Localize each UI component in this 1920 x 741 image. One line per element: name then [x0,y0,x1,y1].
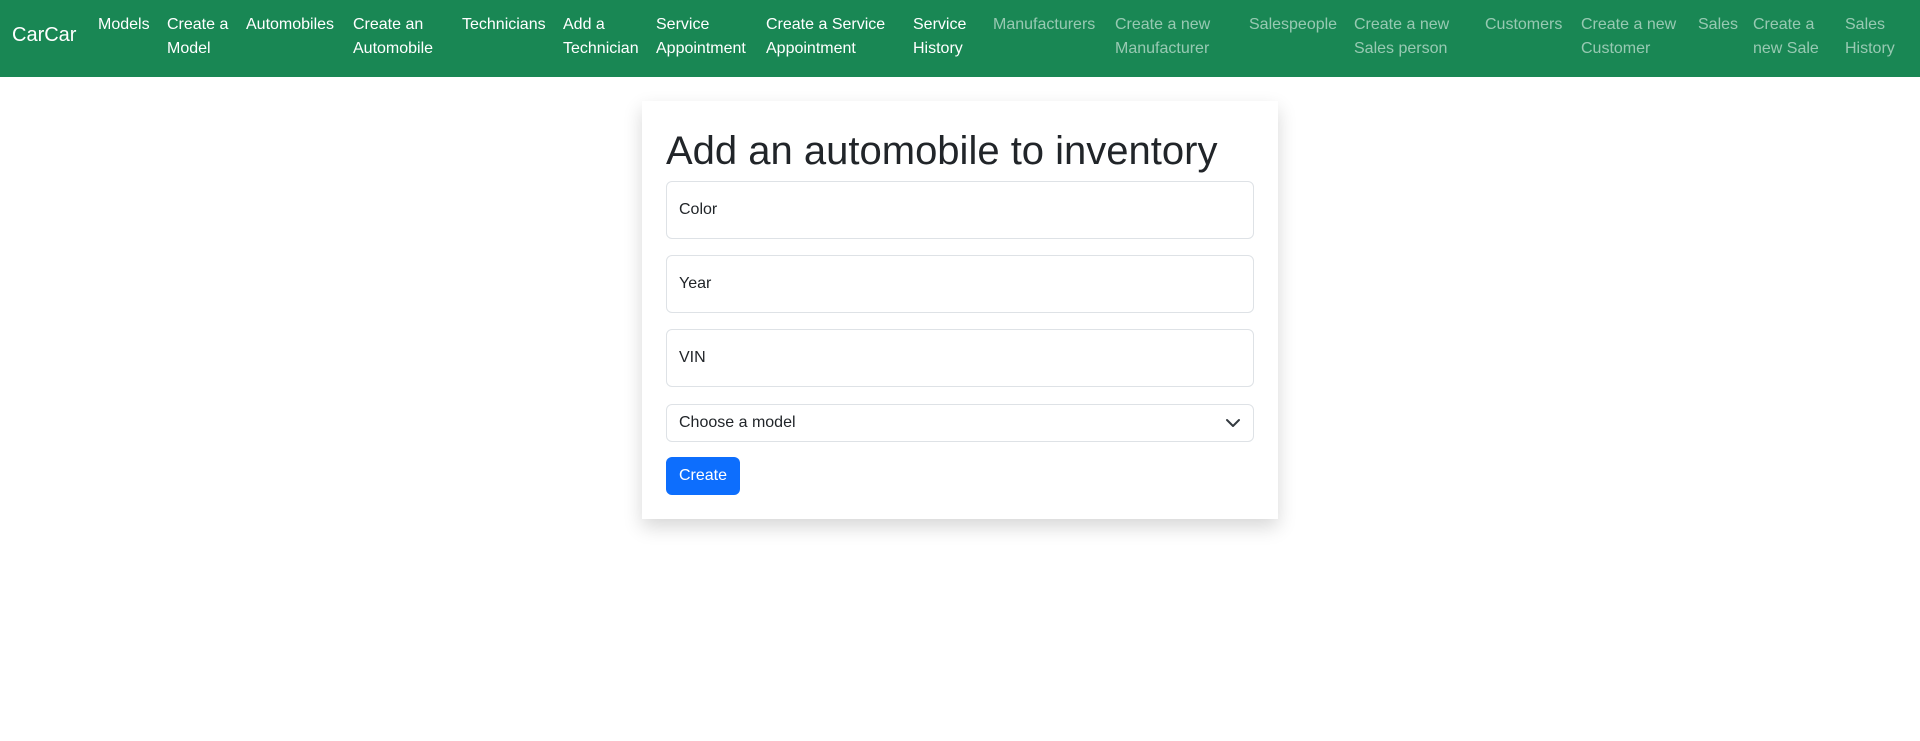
nav-link-create-salesperson[interactable]: Create a new Sales person [1354,13,1449,61]
navbar-brand[interactable]: CarCar [12,24,76,47]
navbar: CarCar Models Create a Model Automobiles… [0,0,1920,77]
nav-link-customers[interactable]: Customers [1485,13,1562,37]
nav-link-create-service-appointment[interactable]: Create a Service Appointment [766,13,885,61]
automobile-form-card: Add an automobile to inventory Choose a … [642,101,1278,519]
nav-link-service-history[interactable]: Service History [913,13,966,61]
nav-link-technicians[interactable]: Technicians [462,13,546,37]
model-select-value: Choose a model [679,414,796,431]
page-title: Add an automobile to inventory [666,129,1218,173]
nav-link-salespeople[interactable]: Salespeople [1249,13,1337,37]
nav-link-models[interactable]: Models [98,13,150,37]
vin-field [666,329,1254,387]
nav-link-sales-history[interactable]: Sales History [1845,13,1895,61]
nav-link-create-customer[interactable]: Create a new Customer [1581,13,1676,61]
vin-input[interactable] [667,330,1253,386]
nav-link-create-manufacturer[interactable]: Create a new Manufacturer [1115,13,1210,61]
nav-link-create-automobile[interactable]: Create an Automobile [353,13,433,61]
nav-link-create-model[interactable]: Create a Model [167,13,228,61]
chevron-down-icon [1226,419,1240,427]
color-field [666,181,1254,239]
nav-link-sales[interactable]: Sales [1698,13,1738,37]
nav-link-service-appointment[interactable]: Service Appointment [656,13,746,61]
year-input[interactable] [667,256,1253,312]
model-select[interactable]: Choose a model [666,404,1254,442]
year-field [666,255,1254,313]
nav-link-manufacturers[interactable]: Manufacturers [993,13,1095,37]
nav-link-create-sale[interactable]: Create a new Sale [1753,13,1819,61]
create-button[interactable]: Create [666,457,740,495]
nav-link-automobiles[interactable]: Automobiles [246,13,334,37]
color-input[interactable] [667,182,1253,238]
nav-link-add-technician[interactable]: Add a Technician [563,13,639,61]
